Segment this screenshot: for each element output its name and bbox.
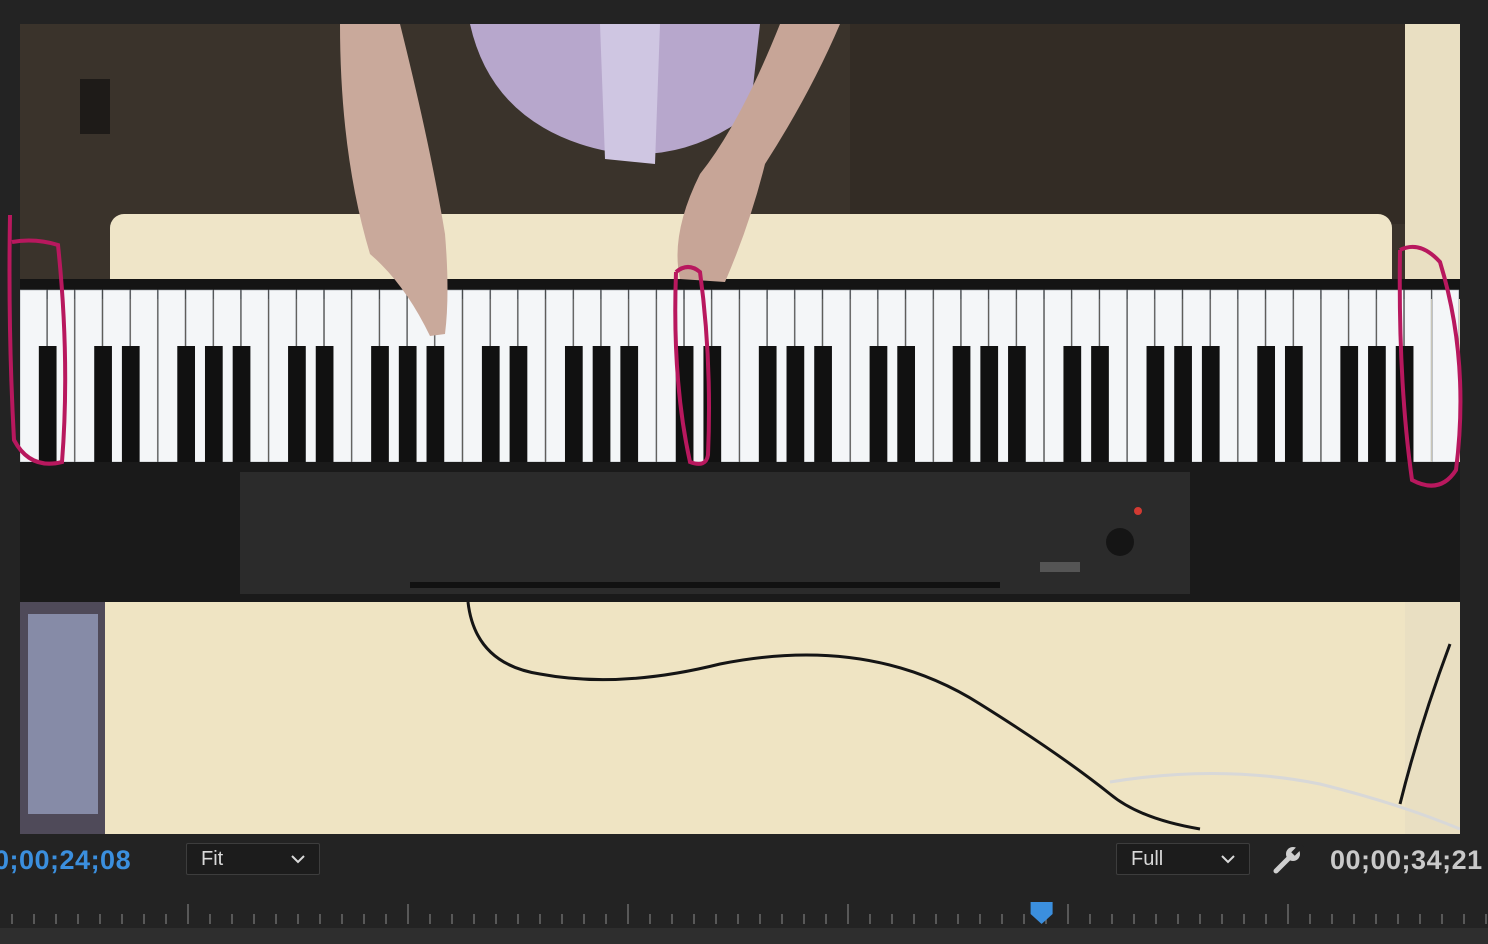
panel-slot [410,582,1000,588]
black-key [703,346,722,462]
black-key [897,346,916,462]
black-key [204,346,223,462]
black-key [1340,346,1359,462]
black-key [1063,346,1082,462]
video-frame [20,24,1460,834]
black-key [426,346,445,462]
time-ruler[interactable] [0,898,1488,928]
black-key [288,346,306,462]
black-key [786,346,805,462]
program-monitor-viewer[interactable] [20,24,1460,834]
black-key [1174,346,1192,462]
control-panel [240,472,1190,594]
black-key [758,346,777,462]
black-key [1008,346,1026,462]
black-key [121,346,140,462]
black-key [509,346,528,462]
black-key [814,346,832,462]
black-key [592,346,611,462]
playback-resolution-dropdown[interactable]: Full [1116,843,1250,875]
black-key [869,346,888,462]
black-key [980,346,999,462]
black-key [481,346,500,462]
scroll-strip [0,928,1488,944]
black-key [371,346,389,462]
black-key [38,346,57,462]
table-surface [105,602,1405,834]
zoom-level-dropdown[interactable]: Fit [186,843,320,875]
leg-pattern [28,614,98,814]
black-key [1257,346,1276,462]
duration-timecode: 00;00;34;21 [1330,845,1483,875]
dark-corner [850,24,1410,224]
black-key [1146,346,1165,462]
clothing-pattern [600,24,660,164]
black-key [177,346,196,462]
zoom-level-value: Fit [201,848,224,870]
wrench-icon[interactable] [1272,845,1304,875]
black-key [620,346,639,462]
playback-resolution-value: Full [1131,848,1164,870]
playhead-marker-icon[interactable] [1030,902,1053,924]
chevron-down-icon [1221,855,1235,864]
volume-knob [1106,528,1134,556]
panel-button [1040,562,1080,572]
black-key [564,346,583,462]
black-key [315,346,334,462]
black-key [952,346,971,462]
black-key [1091,346,1109,462]
chair-leg [80,79,110,134]
black-key [1201,346,1220,462]
chevron-down-icon [291,855,305,864]
power-led [1134,507,1142,515]
black-key [398,346,417,462]
current-timecode[interactable]: 0;00;24;08 [0,843,131,877]
black-key [1368,346,1386,462]
black-key [1395,346,1414,462]
black-key [675,346,694,462]
white-key [1432,289,1460,463]
black-key [94,346,112,462]
black-key [232,346,251,462]
black-key [1284,346,1303,462]
